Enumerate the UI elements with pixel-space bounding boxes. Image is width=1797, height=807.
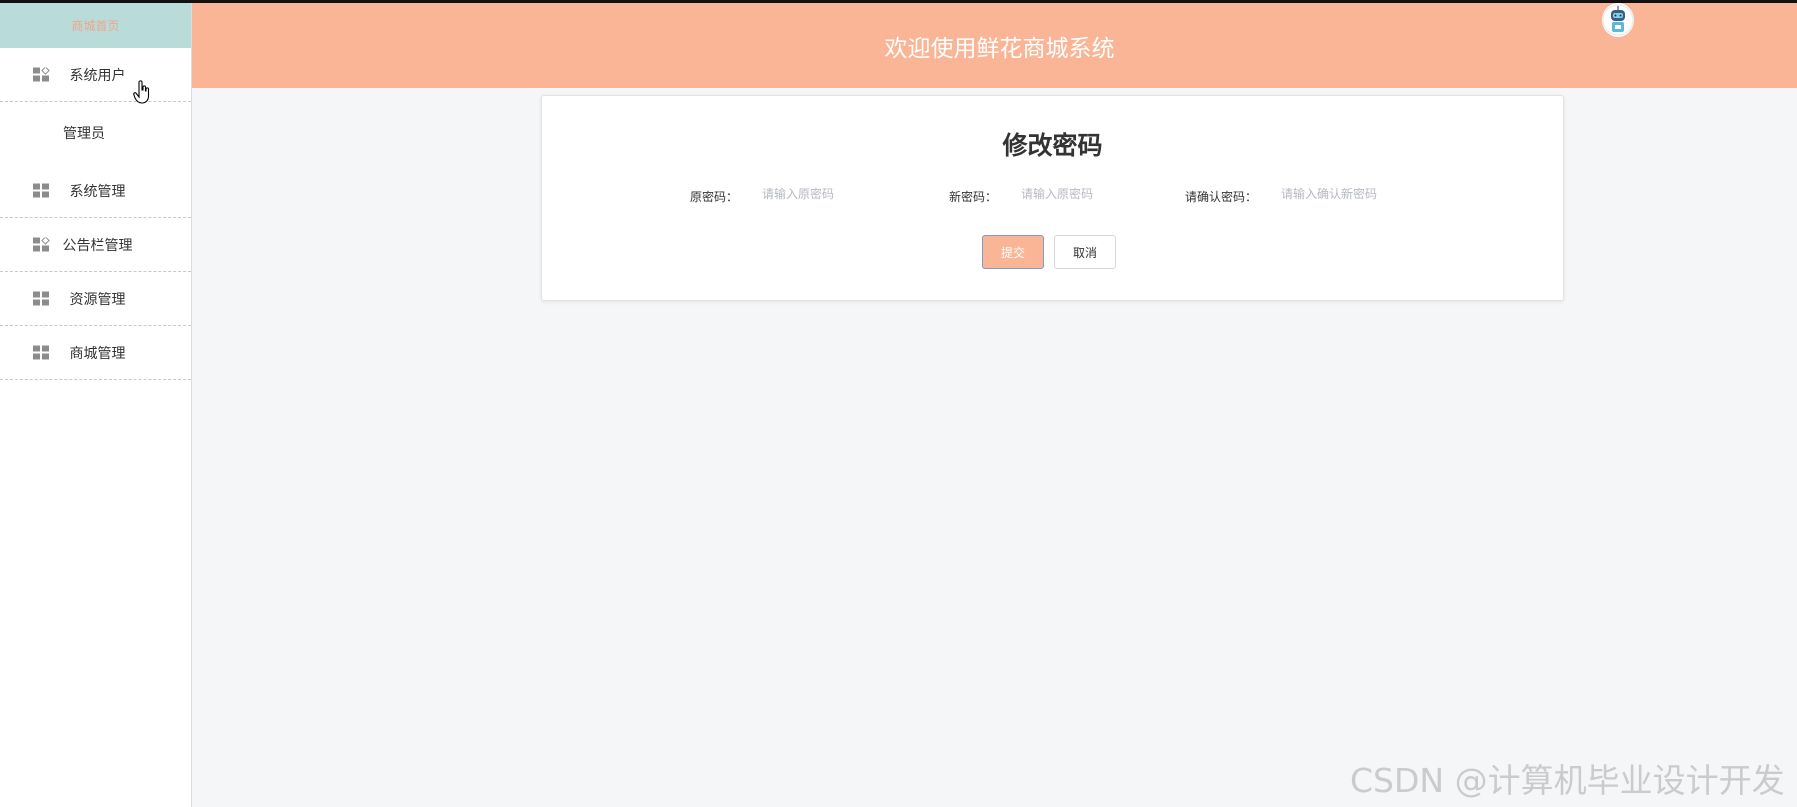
hand-cursor-icon xyxy=(133,80,150,104)
old-password-input[interactable] xyxy=(762,182,922,206)
top-header: 欢迎使用鲜花商城系统 xyxy=(192,3,1797,88)
sidebar-item-system-management[interactable]: 系统管理 xyxy=(0,164,191,218)
grid-icon xyxy=(33,291,49,305)
cancel-button[interactable]: 取消 xyxy=(1054,235,1116,269)
sidebar-item-label: 公告栏管理 xyxy=(62,237,133,254)
sidebar-item-label: 系统管理 xyxy=(69,183,126,200)
sidebar-home-link[interactable]: 商城首页 xyxy=(0,3,191,48)
submenu-item-label: 管理员 xyxy=(63,126,105,142)
sidebar-item-resource-management[interactable]: 资源管理 xyxy=(0,272,191,326)
new-password-label: 新密码： xyxy=(949,190,998,204)
header-title: 欢迎使用鲜花商城系统 xyxy=(884,35,1115,62)
change-password-card: 修改密码 原密码： 新密码： 请确认密码： 提交 取消 xyxy=(541,95,1564,301)
sidebar-item-label: 资源管理 xyxy=(69,291,126,308)
sidebar: 商城首页 系统用户 管理员 系统管理 公告栏管理 资源管理 商城管理 xyxy=(0,3,192,807)
grid-icon xyxy=(33,237,50,251)
grid-icon xyxy=(33,67,50,81)
grid-icon xyxy=(33,183,49,197)
sidebar-home-label: 商城首页 xyxy=(71,19,120,33)
robot-avatar-icon[interactable] xyxy=(1602,3,1634,37)
new-password-input[interactable] xyxy=(1021,182,1181,206)
watermark: CSDN @计算机毕业设计开发 xyxy=(1350,761,1785,800)
sidebar-item-system-users[interactable]: 系统用户 xyxy=(0,48,191,102)
sidebar-item-notice-management[interactable]: 公告栏管理 xyxy=(0,218,191,272)
submit-button[interactable]: 提交 xyxy=(982,235,1044,269)
confirm-password-label: 请确认密码： xyxy=(1185,190,1258,204)
robot-icon xyxy=(1602,4,1634,36)
sidebar-item-mall-management[interactable]: 商城管理 xyxy=(0,326,191,380)
sidebar-item-label: 商城管理 xyxy=(69,345,126,362)
sidebar-item-label: 系统用户 xyxy=(69,67,126,84)
grid-icon xyxy=(33,345,49,359)
old-password-label: 原密码： xyxy=(690,190,739,204)
submenu-item-admin[interactable]: 管理员 xyxy=(0,102,191,164)
confirm-password-input[interactable] xyxy=(1281,182,1441,206)
page-title: 修改密码 xyxy=(1002,131,1103,160)
